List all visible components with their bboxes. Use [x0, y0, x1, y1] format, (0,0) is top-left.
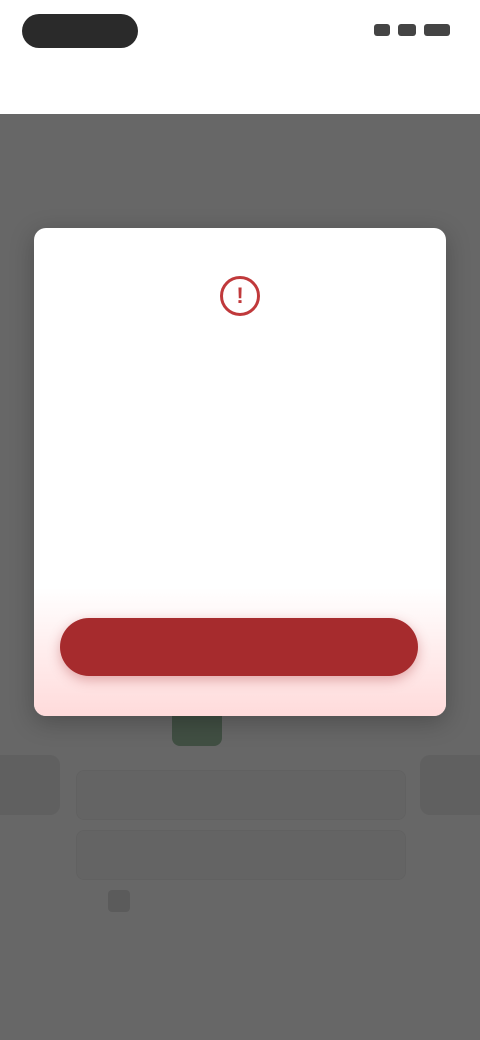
battery-icon — [424, 24, 450, 36]
wifi-icon — [398, 24, 416, 36]
alert-dialog: ! — [34, 228, 446, 716]
signal-icon — [374, 24, 390, 36]
status-bar — [0, 0, 480, 60]
status-icons — [374, 20, 450, 40]
dialog-primary-button[interactable] — [60, 618, 418, 676]
dynamic-island — [22, 14, 138, 48]
app-screen: ! — [0, 0, 480, 1040]
alert-circle-icon: ! — [220, 276, 260, 316]
top-navigation — [0, 60, 480, 115]
alert-glyph: ! — [236, 283, 244, 308]
